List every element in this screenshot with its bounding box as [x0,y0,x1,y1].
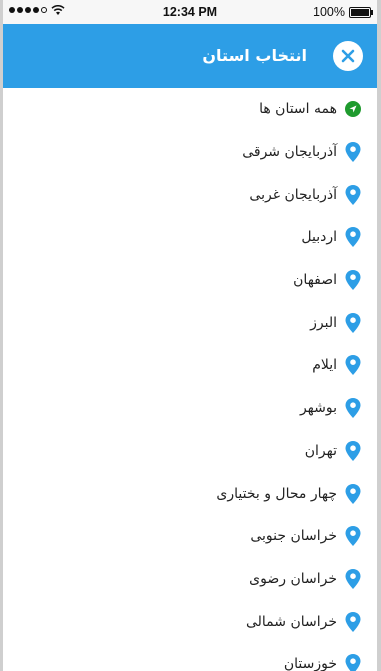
list-item[interactable]: آذربایجان غربی [3,173,377,216]
province-label: خوزستان [283,656,337,671]
location-pin-icon [345,270,361,291]
location-pin-icon [345,568,361,589]
province-label: چهار محال و بختیاری [216,485,337,502]
location-pin-icon [345,654,361,671]
header-bar: انتخاب استان [3,24,377,88]
location-pin-icon [345,142,361,163]
province-label: خراسان رضوی [249,570,337,587]
status-bar: 12:34 PM 100% [3,0,377,24]
province-label: خراسان شمالی [245,613,337,630]
navigation-arrow-icon [345,101,361,118]
location-pin-icon [345,312,361,333]
province-label: همه استان ها [259,101,337,118]
location-pin-icon [345,440,361,461]
close-button[interactable] [333,41,363,71]
province-label: آذربایجان شرقی [242,144,337,161]
province-label: آذربایجان غربی [249,186,337,203]
location-pin-icon [345,483,361,504]
province-label: البرز [310,314,337,331]
list-item[interactable]: خراسان شمالی [3,600,377,643]
province-label: بوشهر [299,400,337,417]
province-list: همه استان ها آذربایجان شرقی آذربایجان غربی… [3,88,377,671]
page-title: انتخاب استان [202,46,307,65]
phone-screen: 12:34 PM 100% انتخاب استان همه استان ها آ… [3,0,377,671]
location-pin-icon [345,398,361,419]
list-item[interactable]: تهران [3,430,377,473]
list-item[interactable]: خراسان رضوی [3,558,377,601]
location-pin-icon [345,355,361,376]
province-label: تهران [304,442,337,459]
list-item[interactable]: اصفهان [3,259,377,302]
province-label: اصفهان [293,272,337,289]
list-item[interactable]: ایلام [3,344,377,387]
location-pin-icon [345,526,361,547]
list-item[interactable]: اردبیل [3,216,377,259]
close-icon [341,49,355,63]
location-pin-icon [345,184,361,205]
province-label: خراسان جنوبی [250,528,337,545]
battery-icon [349,7,373,18]
list-item[interactable]: خوزستان [3,643,377,671]
battery-percentage: 100% [313,5,345,19]
province-label: اردبیل [301,229,337,246]
list-item[interactable]: همه استان ها [3,88,377,131]
province-label: ایلام [312,357,337,374]
list-item[interactable]: آذربایجان شرقی [3,131,377,174]
list-item[interactable]: خراسان جنوبی [3,515,377,558]
list-item[interactable]: البرز [3,301,377,344]
list-item[interactable]: بوشهر [3,387,377,430]
list-item[interactable]: چهار محال و بختیاری [3,472,377,515]
location-pin-icon [345,611,361,632]
location-pin-icon [345,227,361,248]
